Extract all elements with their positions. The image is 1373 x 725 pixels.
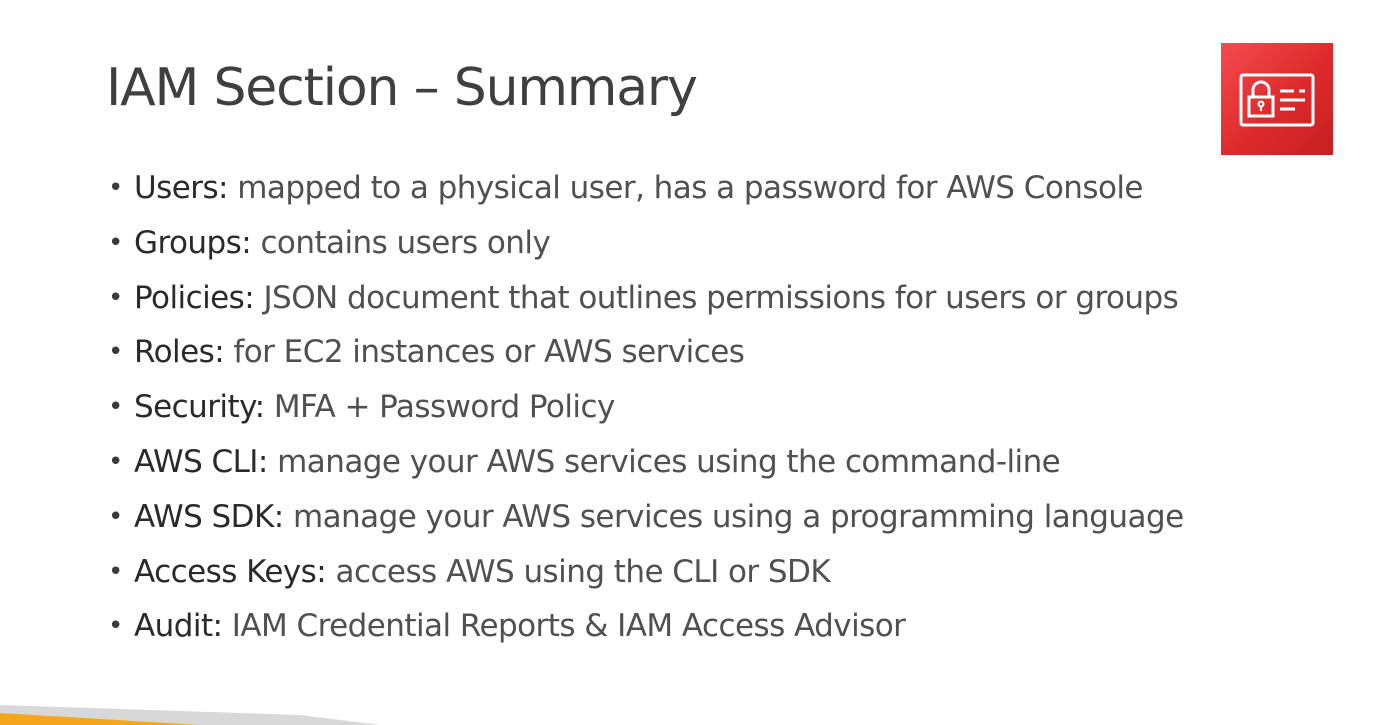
bullet-text: mapped to a physical user, has a passwor…: [237, 170, 1143, 206]
bullet-term: Access Keys:: [134, 553, 327, 590]
bullet-item: • AWS CLI: manage your AWS services using…: [106, 435, 1184, 490]
bullet-dot: •: [108, 173, 123, 203]
bullet-term: Roles:: [134, 334, 225, 371]
bullet-item: • Audit: IAM Credential Reports & IAM Acc…: [106, 599, 1184, 654]
bullet-dot: •: [108, 446, 123, 477]
bullet-term: Users:: [134, 170, 229, 206]
bullet-text: JSON document that outlines permissions …: [263, 279, 1179, 316]
bullet-item: • Groups: contains users only: [106, 216, 1184, 271]
bullet-dot: •: [108, 227, 123, 258]
bullet-text: access AWS using the CLI or SDK: [335, 553, 831, 590]
bullet-term: Security:: [134, 389, 265, 426]
iam-service-badge: [1221, 43, 1333, 155]
bullet-term: AWS CLI:: [134, 443, 268, 480]
bullet-dot: •: [108, 392, 123, 423]
slide-title: IAM Section – Summary: [106, 58, 698, 118]
bullet-dot: •: [108, 337, 123, 368]
bullet-item: • Policies: JSON document that outlines p…: [106, 271, 1184, 326]
bullet-text: IAM Credential Reports & IAM Access Advi…: [231, 608, 906, 645]
bullet-dot: •: [108, 556, 123, 587]
bullet-item: • Security: MFA + Password Policy: [106, 380, 1184, 435]
bullet-text: MFA + Password Policy: [273, 389, 615, 426]
bullet-item: • AWS SDK: manage your AWS services using…: [106, 490, 1184, 545]
bullet-text: manage your AWS services using a program…: [292, 498, 1184, 535]
bullet-item: • Users: mapped to a physical user, has a…: [106, 161, 1184, 216]
bullet-item: • Access Keys: access AWS using the CLI o…: [106, 545, 1184, 600]
bullet-text: manage your AWS services using the comma…: [277, 443, 1061, 480]
bullet-dot: •: [108, 611, 123, 642]
bullet-dot: •: [108, 282, 123, 313]
bullet-dot: •: [108, 501, 123, 532]
bullet-term: Groups:: [134, 224, 252, 261]
bullet-term: Policies:: [134, 279, 255, 316]
bullet-term: AWS SDK:: [134, 498, 284, 535]
bullet-text: for EC2 instances or AWS services: [233, 334, 745, 371]
footer-accent-stripe: [0, 705, 380, 725]
bullet-term: Audit:: [134, 608, 223, 645]
summary-bullet-list: • Users: mapped to a physical user, has a…: [106, 161, 1184, 654]
iam-identity-icon: [1239, 73, 1315, 127]
bullet-item: • Roles: for EC2 instances or AWS service…: [106, 325, 1184, 380]
bullet-text: contains users only: [260, 224, 551, 261]
